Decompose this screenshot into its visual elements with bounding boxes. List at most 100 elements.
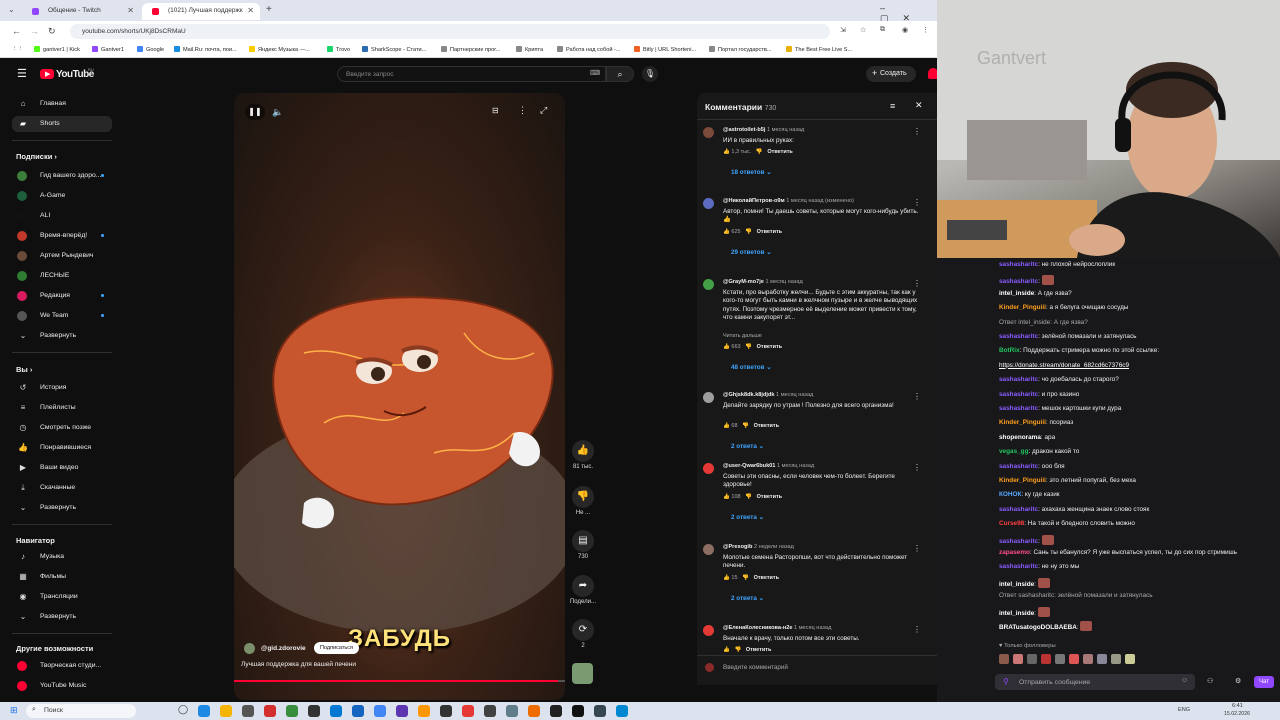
sidebar-item-studio[interactable]: Творческая студи...: [12, 658, 112, 674]
emote-icon[interactable]: [1055, 654, 1065, 664]
chat-username[interactable]: Kinder_Pinguiii: [999, 419, 1046, 426]
thumbs-up-icon[interactable]: 👍: [723, 423, 730, 429]
replies-toggle[interactable]: 2 ответа ⌄: [731, 514, 764, 521]
commenter-avatar[interactable]: [703, 463, 714, 474]
chat-username[interactable]: sashasharitc: [999, 391, 1038, 398]
comment-author[interactable]: @astrotoilet-b5j: [723, 127, 765, 133]
you-heading[interactable]: Вы ›: [16, 365, 32, 374]
chat-username[interactable]: sashasharitc: [999, 261, 1038, 268]
app-icon[interactable]: [594, 705, 606, 717]
sidebar-item-movies[interactable]: ▦ Фильмы: [12, 569, 112, 585]
app-icon[interactable]: [330, 705, 342, 717]
app-icon[interactable]: [220, 705, 232, 717]
close-tab-icon[interactable]: ✕: [247, 6, 254, 15]
browser-menu-icon[interactable]: ⋮: [922, 26, 929, 34]
close-icon[interactable]: ✕: [915, 100, 923, 111]
app-icon[interactable]: [242, 705, 254, 717]
chat-username[interactable]: sashasharitc: [999, 563, 1038, 570]
thumbs-up-icon[interactable]: 👍: [723, 229, 730, 235]
emote-icon[interactable]: [1097, 654, 1107, 664]
emote-picker-icon[interactable]: ☺: [1181, 677, 1188, 684]
comment-menu-icon[interactable]: ⋮: [913, 198, 921, 207]
thumbs-down-icon[interactable]: 👎: [734, 647, 741, 653]
pause-icon[interactable]: ❚❚: [245, 104, 265, 120]
replies-toggle[interactable]: 2 ответа ⌄: [731, 443, 764, 450]
notifications-icon[interactable]: [928, 68, 937, 79]
channel-avatar[interactable]: [244, 643, 255, 654]
sidebar-item-subscription[interactable]: Редакция: [12, 288, 112, 304]
share-action[interactable]: ➦ Подели...: [568, 575, 598, 605]
taskbar-search[interactable]: ⌕ Поиск: [26, 704, 136, 718]
chat-extensions-icon[interactable]: ⚇: [1207, 677, 1213, 685]
replies-toggle[interactable]: 18 ответов ⌄: [731, 169, 771, 176]
thumbs-down-icon[interactable]: 👎: [745, 229, 752, 235]
clock-time[interactable]: 6:41: [1232, 703, 1243, 709]
chat-input[interactable]: ⚲ Отправить сообщение ☺: [995, 674, 1195, 690]
bookmark-item[interactable]: Trovo: [327, 46, 350, 53]
bookmark-item[interactable]: Портал государств...: [709, 46, 771, 53]
sidebar-item-home[interactable]: ⌂ Главная: [12, 96, 112, 112]
chat-username[interactable]: sashasharitc: [999, 278, 1038, 285]
more-options-icon[interactable]: ⋮: [518, 105, 527, 116]
fullscreen-icon[interactable]: ⤢: [540, 105, 547, 116]
sidebar-item-shorts[interactable]: ▰ Shorts: [12, 116, 112, 132]
bookmark-item[interactable]: Gantver1: [92, 46, 124, 53]
app-icon[interactable]: [528, 705, 540, 717]
thumbs-up-icon[interactable]: 👍: [723, 344, 730, 350]
app-icon[interactable]: [462, 705, 474, 717]
reply-button[interactable]: Ответить: [757, 344, 782, 350]
app-icon[interactable]: [286, 705, 298, 717]
reply-button[interactable]: Ответить: [754, 575, 779, 581]
emote-icon[interactable]: [1027, 654, 1037, 664]
sidebar-item-live[interactable]: ◉ Трансляции: [12, 589, 112, 605]
commenter-avatar[interactable]: [703, 544, 714, 555]
bookmark-item[interactable]: Яндекс Музыка —...: [249, 46, 310, 53]
comment-author[interactable]: @ЕленаКолесникова-н2е: [723, 625, 792, 631]
chat-username[interactable]: sashasharitc: [999, 506, 1038, 513]
bookmark-item[interactable]: Google: [137, 46, 164, 53]
chat-username[interactable]: Curse98: [999, 520, 1024, 527]
reply-button[interactable]: Ответить: [757, 229, 782, 235]
sidebar-item-liked[interactable]: 👍 Понравившиеся: [12, 440, 112, 456]
chat-username[interactable]: intel_inside: [999, 290, 1034, 297]
sort-icon[interactable]: ≡: [890, 101, 895, 111]
sidebar-item-subscription[interactable]: A-Game: [12, 188, 112, 204]
chat-username[interactable]: sashasharitc: [999, 538, 1038, 545]
apps-icon[interactable]: ⋮⋮: [12, 46, 23, 52]
thumbs-up-icon[interactable]: 👍: [723, 575, 730, 581]
close-tab-icon[interactable]: ✕: [127, 6, 134, 15]
thumbs-down-icon[interactable]: 👎: [745, 344, 752, 350]
chat-send-button[interactable]: Чат: [1254, 676, 1274, 688]
comment-author[interactable]: @user-Qwar6buk01: [723, 463, 775, 469]
sidebar-item-downloads[interactable]: ⤓ Скачанные: [12, 480, 112, 496]
voice-search-icon[interactable]: 🎙: [642, 66, 658, 82]
comment-menu-icon[interactable]: ⋮: [913, 463, 921, 472]
bookmark-item[interactable]: Mail.Ru: почта, пои...: [174, 46, 237, 53]
chrome-icon[interactable]: [374, 705, 386, 717]
bookmark-item[interactable]: Партнерские прог...: [441, 46, 500, 53]
url-field[interactable]: youtube.com/shorts/UKj8DsCRMaU: [70, 24, 830, 39]
emote-icon[interactable]: [999, 654, 1009, 664]
chat-username[interactable]: Kinder_Pinguiii: [999, 304, 1046, 311]
comments-action[interactable]: ▤ 730: [568, 530, 598, 560]
app-icon[interactable]: [550, 705, 562, 717]
comment-author[interactable]: @Presogib: [723, 544, 752, 550]
thumbs-down-icon[interactable]: 👎: [742, 575, 749, 581]
video-title[interactable]: Лучшая поддержка для вашей печени: [241, 661, 356, 668]
like-action[interactable]: 👍 81 тыс.: [568, 440, 598, 470]
forward-icon[interactable]: →: [30, 26, 39, 36]
app-icon[interactable]: [352, 705, 364, 717]
task-view-icon[interactable]: ◯: [178, 704, 188, 715]
reply-button[interactable]: Ответить: [746, 647, 771, 653]
chat-username[interactable]: КОНОК: [999, 491, 1021, 498]
reload-icon[interactable]: ↻: [48, 26, 56, 37]
sidebar-expand-you[interactable]: ⌄ Развернуть: [12, 500, 112, 516]
app-icon[interactable]: [308, 705, 320, 717]
thumbs-down-icon[interactable]: 👎: [756, 149, 763, 155]
emote-icon[interactable]: [1041, 654, 1051, 664]
commenter-avatar[interactable]: [703, 279, 714, 290]
app-icon[interactable]: [198, 705, 210, 717]
install-icon[interactable]: ⇲: [840, 26, 846, 34]
app-icon[interactable]: [418, 705, 430, 717]
comment-author[interactable]: @НиколайПетров-о9м: [723, 198, 785, 204]
